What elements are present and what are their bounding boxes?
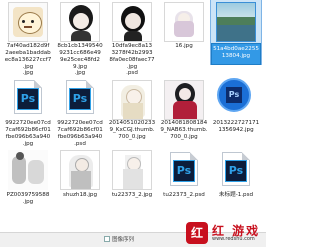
file-thumbnail xyxy=(112,2,152,42)
file-thumbnail xyxy=(216,2,256,42)
file-thumbnail xyxy=(8,2,48,42)
file-name: 16.jpg xyxy=(175,43,193,49)
file-name: .psd xyxy=(126,70,138,76)
file-tile-selected[interactable]: 51a4bd0ae2255 13804.jpg xyxy=(210,0,262,66)
file-tile[interactable]: Ps 未标题-1.psd xyxy=(210,150,262,222)
image-sequence-label: 图像序列 xyxy=(112,237,135,243)
file-tile[interactable]: .psd 2014051020233 9_KxCGJ.thumb. 700_0.… xyxy=(106,70,158,148)
file-tile[interactable]: Ps tu22373_2.psd xyxy=(158,150,210,222)
file-thumbnail xyxy=(60,2,100,42)
file-thumbnail xyxy=(112,80,152,120)
file-grid: 7af40ad182d9f 2aeeba1baddab ec8a136227cc… xyxy=(0,0,266,232)
file-thumbnail xyxy=(164,80,204,120)
file-name: 51a4bd0ae2255 13804.jpg xyxy=(213,46,259,59)
file-name: 9922720ee07cd 7caf692b86cf01 fbe096b63a9… xyxy=(5,120,51,147)
file-tile[interactable]: Ps 2013222727171 1356942.jpg xyxy=(210,70,262,148)
file-tile[interactable]: 2014081808184 9_NAB63.thumb. 700_0.jpg xyxy=(158,70,210,148)
file-name: tu22373_2.jpg xyxy=(111,192,153,198)
file-name: 未标题-1.psd xyxy=(218,192,254,198)
image-sequence-checkbox[interactable] xyxy=(104,236,110,242)
file-name: 8cb1cb1349540 9231cc686e49 9e25cec48fd2 … xyxy=(57,43,103,70)
file-name: 9922720ee07cd 7caf692b86cf01 fbe096b63a9… xyxy=(57,120,103,147)
file-thumbnail xyxy=(164,2,204,42)
ps-logo: Ps xyxy=(226,87,242,103)
file-name: PZ0039759588 .jpg xyxy=(6,192,50,205)
watermark-logo: 红 xyxy=(186,222,208,244)
watermark-url: www.redshu.com xyxy=(212,236,255,242)
photoshop-app-icon: Ps xyxy=(217,78,251,112)
file-name: 7af40ad182d9f 2aeeba1baddab ec8a136227cc… xyxy=(4,43,52,70)
file-thumbnail xyxy=(112,150,152,190)
file-tile[interactable]: 8cb1cb1349540 9231cc686e49 9e25cec48fd2 … xyxy=(54,2,106,70)
file-name: .jpg xyxy=(74,70,86,76)
photoshop-icon: Ps xyxy=(225,160,247,182)
site-watermark: 红 红 游戏 www.redshu.com xyxy=(186,222,266,246)
file-thumbnail xyxy=(8,150,48,190)
file-tile[interactable]: tu22373_2.jpg xyxy=(106,150,158,222)
file-name: shuzh18.jpg xyxy=(62,192,98,198)
file-name: 2014081808184 9_NAB63.thumb. 700_0.jpg xyxy=(160,120,208,140)
file-tile[interactable]: 10dfa9ec8a13 3278f42b2993 8fa0ec08faec77… xyxy=(106,2,158,70)
file-tile[interactable]: shuzh18.jpg xyxy=(54,150,106,222)
file-name: 10dfa9ec8a13 3278f42b2993 8fa0ec08faec77… xyxy=(109,43,155,70)
photoshop-icon: Ps xyxy=(17,88,39,110)
file-tile[interactable]: 16.jpg xyxy=(158,2,210,66)
file-tile[interactable]: .jpg Ps 9922720ee07cd 7caf692b86cf01 fbe… xyxy=(2,70,54,148)
file-name: 2013222727171 1356942.jpg xyxy=(212,120,260,133)
file-tile[interactable]: .jpg Ps 9922720ee07cd 7caf692b86cf01 fbe… xyxy=(54,70,106,148)
file-name: .jpg xyxy=(22,70,34,76)
file-tile[interactable]: PZ0039759588 .jpg xyxy=(2,150,54,222)
file-thumbnail xyxy=(60,150,100,190)
file-name: 2014051020233 9_KxCGJ.thumb. 700_0.jpg xyxy=(108,120,156,140)
photoshop-icon: Ps xyxy=(173,160,195,182)
photoshop-icon: Ps xyxy=(69,88,91,110)
file-name: tu22373_2.psd xyxy=(163,192,205,198)
file-tile[interactable]: 7af40ad182d9f 2aeeba1baddab ec8a136227cc… xyxy=(2,2,54,70)
